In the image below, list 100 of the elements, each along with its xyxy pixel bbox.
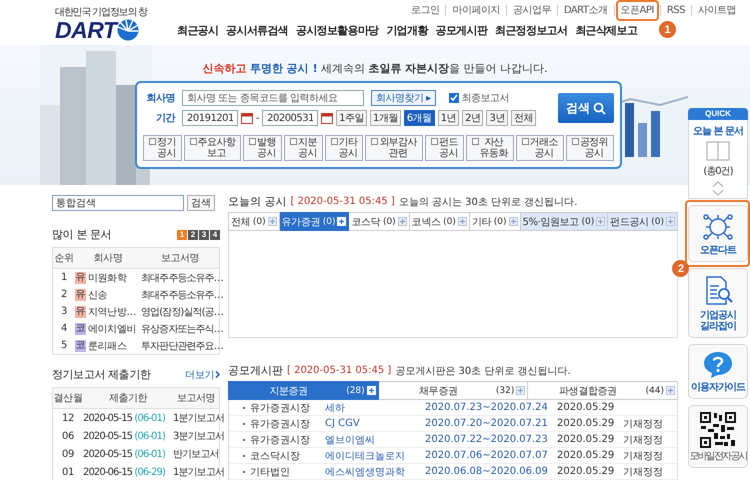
category-button[interactable]: 자산 유동화: [466, 135, 514, 161]
table-cell-text: 2020.07.06~2020.07.07: [425, 450, 549, 461]
company-link[interactable]: 세하: [325, 400, 425, 414]
period-button[interactable]: 전체: [510, 110, 536, 126]
report-link[interactable]: 투자판단관련주요…: [141, 338, 223, 352]
nav-link[interactable]: 공시정보활용마당: [296, 23, 378, 38]
company-link[interactable]: 미원화학: [88, 270, 126, 284]
category-button[interactable]: 펀드 공시: [424, 135, 464, 161]
tab[interactable]: 파생결합증권 (44): [528, 381, 678, 400]
calendar-icon[interactable]: [241, 112, 253, 124]
tab[interactable]: 코스닥 (0): [349, 212, 410, 231]
top-link[interactable]: 로그인: [410, 5, 440, 16]
nav-link[interactable]: 공시서류검색: [226, 23, 288, 38]
period-button[interactable]: 2년: [462, 110, 484, 126]
nav-link[interactable]: 최근공시: [177, 23, 218, 38]
search-button[interactable]: 검색: [187, 195, 215, 211]
checkbox[interactable]: [430, 138, 438, 145]
top-link[interactable]: 공시업무: [512, 5, 551, 16]
company-link[interactable]: 룬리패스: [88, 338, 126, 352]
category-button[interactable]: 주요사항 보고: [184, 135, 242, 161]
report-link[interactable]: 유상증자또는주식…: [141, 322, 223, 336]
tab[interactable]: 전체 (0): [228, 212, 280, 231]
company-link[interactable]: 에스씨엠생명과학: [325, 464, 425, 478]
nav-link[interactable]: 최근정정보고서: [495, 23, 568, 38]
page-button[interactable]: 2: [188, 230, 198, 240]
update-note: 오늘의 공시는 30초 단위로 갱신됩니다.: [398, 196, 578, 208]
category-button[interactable]: 공정위 공시: [566, 135, 614, 161]
top-link[interactable]: 마이페이지: [452, 5, 500, 16]
category-button[interactable]: 지분 공시: [284, 135, 323, 161]
report-link[interactable]: 영업(잠정)실적(공…: [141, 304, 223, 318]
calendar-icon[interactable]: [321, 112, 334, 124]
checkbox[interactable]: [572, 138, 579, 145]
checkbox[interactable]: [330, 138, 338, 145]
report-link[interactable]: 반기보고서: [173, 447, 219, 461]
checkbox[interactable]: [472, 138, 479, 145]
company-link[interactable]: 지역난방…: [88, 304, 136, 318]
book-icon: [706, 141, 730, 161]
find-company-button[interactable]: 회사명찾기 ▸: [371, 90, 436, 106]
table-cell-text: 2020.05.29: [557, 418, 616, 429]
checkbox[interactable]: [290, 138, 297, 145]
tab[interactable]: 지분증권 (28): [228, 381, 379, 400]
top-link[interactable]: DART소개: [564, 5, 608, 16]
category-button[interactable]: 발행 공시: [243, 135, 282, 161]
quick-link[interactable]: 기업공시 길라잡이: [688, 268, 748, 338]
category-button[interactable]: 기타 공시: [324, 135, 364, 161]
search-button[interactable]: 검색: [558, 93, 614, 123]
logo-text: DART: [55, 18, 116, 42]
category-button[interactable]: 거래소 공시: [516, 135, 564, 161]
nav-link[interactable]: 기업개황: [386, 23, 428, 38]
company-link[interactable]: 신송: [88, 288, 108, 302]
more-link[interactable]: 더보기: [185, 368, 220, 382]
tab[interactable]: 펀드공시 (0): [608, 212, 678, 231]
company-link[interactable]: CJ CGV: [325, 418, 425, 429]
report-link[interactable]: 최대주주등소유주…: [141, 270, 223, 284]
tab[interactable]: 5%·임원보고 (0): [520, 212, 608, 231]
checkbox[interactable]: [371, 138, 378, 145]
page-button[interactable]: 4: [210, 230, 220, 240]
table-cell-text: 09: [61, 448, 75, 460]
page-button[interactable]: 3: [199, 230, 209, 240]
top-link[interactable]: 오픈API: [620, 5, 654, 16]
report-link[interactable]: 1분기보고서: [173, 411, 224, 425]
tab[interactable]: 기타 (0): [470, 212, 521, 231]
checkbox[interactable]: [249, 138, 256, 145]
tab[interactable]: 채무증권 (32): [378, 381, 528, 400]
checkbox[interactable]: [522, 138, 529, 145]
checkbox[interactable]: [448, 93, 459, 103]
tab[interactable]: 유가증권 (0): [280, 212, 350, 231]
period-button[interactable]: 1년: [438, 110, 460, 126]
checkbox[interactable]: [190, 138, 197, 145]
qr-code-icon: [700, 412, 736, 448]
date-field[interactable]: 20191201: [182, 110, 238, 126]
quick-link[interactable]: 모바일전자공시: [688, 405, 748, 468]
report-link[interactable]: 3분기보고서: [173, 429, 224, 443]
column-header: 보고서명: [176, 392, 216, 405]
top-link[interactable]: 사이트맵: [698, 5, 736, 16]
period-button[interactable]: 6개월: [404, 110, 435, 126]
category-button[interactable]: 정기 공시: [143, 135, 182, 161]
report-link[interactable]: 1분기보고서: [173, 465, 224, 479]
company-field[interactable]: 회사명 또는 종목코드를 입력하세요: [182, 90, 364, 106]
top-link[interactable]: RSS: [666, 5, 685, 16]
report-link[interactable]: 최대주주등소유주…: [141, 288, 223, 302]
update-time: [ 2020-05-31 05:45 ]: [290, 196, 395, 207]
category-button[interactable]: 외부감사 관련: [365, 135, 423, 161]
company-link[interactable]: 에이치엘비: [88, 322, 136, 336]
quick-link[interactable]: 이용자가이드: [688, 344, 748, 399]
period-button[interactable]: 1개월: [370, 110, 401, 126]
update-note: 공모게시판은 30초 단위로 갱신됩니다.: [395, 364, 571, 378]
date-field[interactable]: 20200531: [262, 110, 318, 126]
tab[interactable]: 코넥스 (0): [410, 212, 470, 231]
company-link[interactable]: 에이디테크놀로지: [325, 448, 425, 462]
period-button[interactable]: 1주일: [336, 110, 367, 126]
scroll-up-button[interactable]: [712, 181, 724, 187]
quick-link[interactable]: 오픈다트: [688, 205, 748, 262]
search-field[interactable]: 통합검색: [52, 195, 184, 211]
scroll-down-button[interactable]: [712, 190, 724, 196]
period-button[interactable]: 3년: [486, 110, 508, 126]
company-link[interactable]: 엘브이엠씨: [325, 432, 425, 446]
checkbox[interactable]: [148, 138, 156, 145]
nav-link[interactable]: 공모게시판: [436, 23, 488, 38]
nav-link[interactable]: 최근삭제보고: [575, 23, 638, 38]
